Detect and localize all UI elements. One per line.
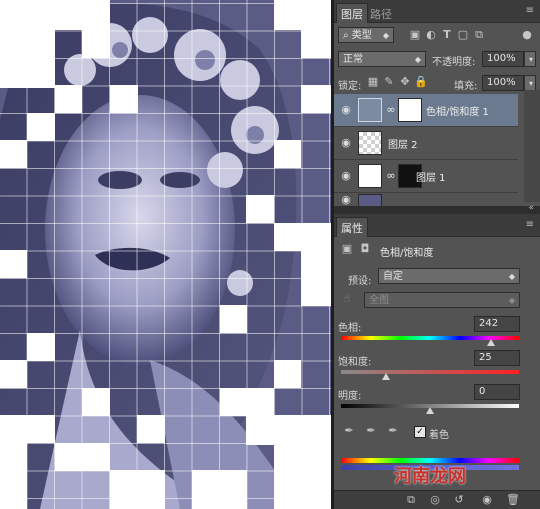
saturation-field[interactable]: 25 [474, 350, 520, 366]
tab-properties[interactable]: 属性 [336, 217, 368, 237]
visibility-icon[interactable]: ◉ [480, 493, 494, 507]
eyedropper-minus-icon[interactable]: ✒ [386, 424, 400, 438]
type-filter-icon[interactable]: T [440, 28, 454, 42]
hue-label: 色相: [338, 323, 362, 334]
eye-icon[interactable]: ◉ [339, 136, 353, 150]
hue-field[interactable]: 242 [474, 316, 520, 332]
panel-menu-icon[interactable]: ≡ [526, 5, 534, 16]
tab-layers[interactable]: 图层 [336, 3, 368, 23]
properties-tabbar: 属性 ≡ [334, 214, 540, 237]
fill-field[interactable]: 100% [482, 75, 524, 91]
panel-grip[interactable]: « [334, 203, 540, 214]
filter-kind-dropdown[interactable]: ⌕ 类型 ◆ [338, 27, 394, 43]
filter-kind-label: 类型 [351, 30, 372, 41]
chevron-down-icon: ◆ [382, 31, 389, 40]
chevron-down-icon: ◆ [414, 55, 421, 64]
document-canvas[interactable] [0, 0, 331, 509]
lock-image-icon[interactable]: ✎ [382, 75, 396, 89]
layer-thumbnail [358, 131, 382, 155]
lightness-label: 明度: [338, 391, 362, 402]
opacity-label: 不透明度: [432, 57, 476, 68]
lock-label: 锁定: [338, 81, 362, 92]
layer-thumbnail [358, 164, 382, 188]
fill-stepper[interactable]: ▾ [524, 75, 536, 91]
image-filter-icon[interactable]: ▣ [408, 28, 422, 42]
lock-position-icon[interactable]: ✥ [398, 75, 412, 89]
link-icon[interactable]: ∞ [384, 103, 398, 117]
layer-row-hue-saturation[interactable]: ◉ ∞ 色相/饱和度 1 [334, 94, 518, 127]
eye-icon[interactable]: ◉ [339, 169, 353, 183]
opacity-field[interactable]: 100% [482, 51, 524, 67]
layer-mask-thumbnail[interactable] [398, 98, 422, 122]
properties-title: 色相/饱和度 [380, 248, 434, 259]
lightness-slider-thumb[interactable] [426, 407, 434, 414]
lock-all-icon[interactable]: 🔒 [414, 75, 428, 89]
filter-toggle-icon[interactable]: ● [520, 28, 534, 42]
smart-object-filter-icon[interactable]: ⧉ [472, 28, 486, 42]
search-icon: ⌕ [343, 30, 349, 41]
saturation-slider-thumb[interactable] [381, 373, 390, 380]
colorize-checkbox[interactable]: ✓ [414, 426, 426, 438]
layer-row-background[interactable]: ◉ [334, 193, 518, 207]
layer-row-layer-2[interactable]: ◉ 图层 2 [334, 127, 518, 160]
collapse-icon[interactable]: « [528, 203, 534, 213]
blend-mode-dropdown[interactable]: 正常 ◆ [338, 51, 426, 67]
clip-to-layer-icon[interactable]: ⧉ [404, 493, 418, 507]
saturation-label: 饱和度: [338, 357, 372, 368]
lock-transparent-icon[interactable]: ▦ [366, 75, 380, 89]
blend-mode-label: 正常 [343, 54, 363, 65]
targeted-adjustment-hand-icon[interactable]: ☝ [340, 292, 354, 306]
chevron-down-icon: ◆ [508, 272, 515, 281]
channel-value: 全图 [369, 295, 389, 306]
preset-value: 自定 [383, 271, 403, 282]
eye-icon[interactable]: ◉ [339, 193, 353, 206]
reset-icon[interactable]: ↺ [452, 493, 466, 507]
colorize-label: 着色 [429, 430, 449, 441]
view-previous-icon[interactable]: ◎ [428, 493, 442, 507]
properties-footer: ⧉ ◎ ↺ ◉ 🗑 [334, 490, 540, 509]
adjustment-icon: ▣ [341, 242, 353, 255]
panel-menu-icon[interactable]: ≡ [526, 219, 534, 230]
layer-name: 图层 2 [388, 140, 418, 151]
opacity-stepper[interactable]: ▾ [524, 51, 536, 67]
fill-label: 填充: [454, 81, 478, 92]
preset-label: 预设: [348, 276, 372, 287]
chevron-down-icon: ▾ [528, 55, 533, 64]
chevron-down-icon: ◆ [508, 296, 515, 305]
layer-row-layer-1[interactable]: ◉ ∞ 图层 1 [334, 160, 518, 193]
preset-dropdown[interactable]: 自定 ◆ [378, 268, 520, 284]
layers-panel: 图层 路径 ≡ ⌕ 类型 ◆ ▣ ◐ T ▢ ⧉ ● 正常 ◆ 不透明度: 10… [334, 0, 540, 207]
properties-panel: « 属性 ≡ ▣ ◘ 色相/饱和度 预设: 自定 ◆ ☝ 全图 ◆ 色相: 24… [334, 203, 540, 509]
channel-dropdown[interactable]: 全图 ◆ [364, 292, 520, 308]
grid-overlay [0, 0, 331, 509]
layers-tabbar: 图层 路径 ≡ [334, 0, 540, 23]
tab-paths[interactable]: 路径 [366, 4, 396, 24]
lightness-field[interactable]: 0 [474, 384, 520, 400]
hue-slider-thumb[interactable] [486, 339, 495, 346]
layer-name: 色相/饱和度 1 [426, 107, 489, 118]
eyedropper-icon[interactable]: ✒ [342, 424, 356, 438]
watermark: 河南龙网 [394, 466, 466, 487]
saturation-slider[interactable] [341, 370, 519, 374]
link-icon[interactable]: ∞ [384, 169, 398, 183]
trash-icon[interactable]: 🗑 [506, 493, 520, 507]
eyedropper-plus-icon[interactable]: ✒ [364, 424, 378, 438]
adjustment-layer-icon [358, 98, 382, 122]
layers-scrollbar[interactable] [524, 90, 540, 202]
mask-icon[interactable]: ◘ [358, 242, 372, 256]
layer-name: 图层 1 [416, 173, 446, 184]
adjustment-filter-icon[interactable]: ◐ [424, 28, 438, 42]
eye-icon[interactable]: ◉ [339, 103, 353, 117]
shape-filter-icon[interactable]: ▢ [456, 28, 470, 42]
